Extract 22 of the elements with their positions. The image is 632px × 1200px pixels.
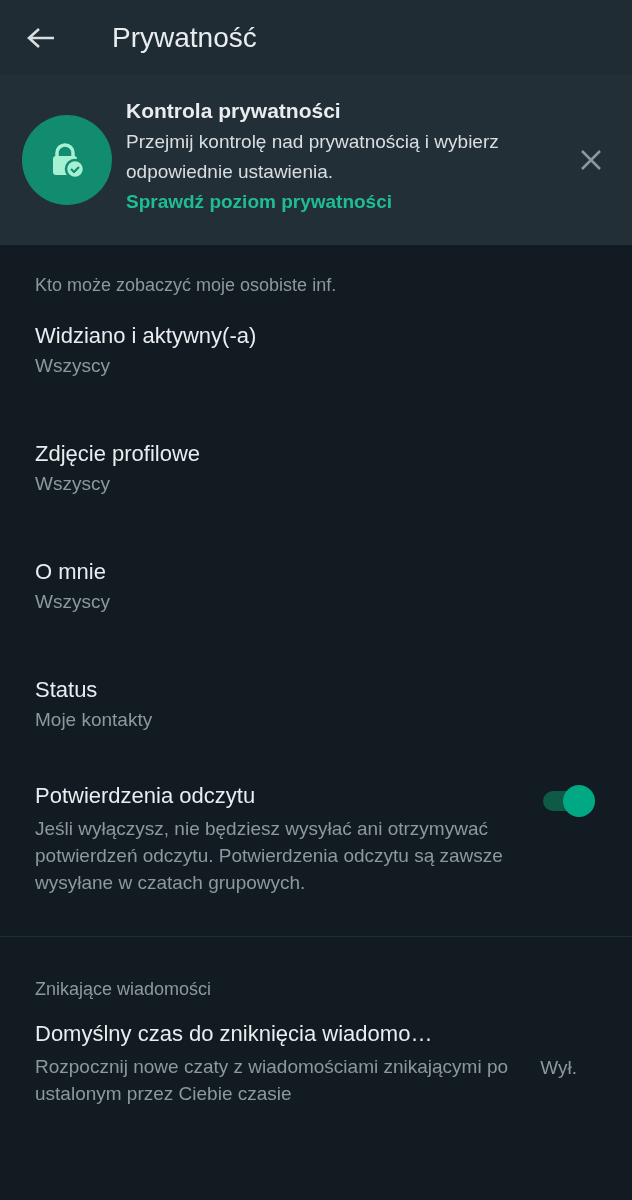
screen-title: Prywatność <box>112 21 257 54</box>
back-arrow-icon[interactable] <box>26 25 56 50</box>
setting-value: Wszyscy <box>35 591 111 613</box>
setting-value: Wył. <box>540 1057 577 1079</box>
section-header: Kto może zobaczyć moje osobiste inf. <box>35 275 337 295</box>
section-header: Znikające wiadomości <box>35 979 212 999</box>
close-icon[interactable] <box>580 149 602 171</box>
setting-value: Wszyscy <box>35 473 111 495</box>
banner-title: Kontrola prywatności <box>126 99 342 123</box>
privacy-check-link[interactable]: Sprawdź poziom prywatności <box>126 191 580 213</box>
setting-title[interactable]: Potwierdzenia odczytu <box>35 783 543 809</box>
setting-value: Wszyscy <box>35 355 111 377</box>
setting-title[interactable]: Widziano i aktywny(-a) <box>35 323 597 349</box>
setting-title[interactable]: Status <box>35 677 597 703</box>
setting-description: Jeśli wyłączysz, nie będziesz wysyłać ani otrzymywać potwierdzeń odczytu. Potwierdzenia odczytu są zawsze wysyłane w czatach grupowych. <box>35 817 504 895</box>
setting-title[interactable]: O mnie <box>35 559 597 585</box>
toggle-switch[interactable] <box>543 785 595 817</box>
setting-title[interactable]: Zdjęcie profilowe <box>35 441 597 467</box>
setting-description: Rozpocznij nowe czaty z wiadomościami znikającymi po ustalonym przez Ciebie czasie <box>35 1055 510 1106</box>
banner-text: Przejmij kontrolę nad prywatnością i wybierz odpowiednie ustawienia. <box>126 130 500 184</box>
setting-value: Moje kontakty <box>35 709 154 731</box>
setting-title[interactable]: Domyślny czas do zniknięcia wiadomo… <box>35 1021 541 1047</box>
